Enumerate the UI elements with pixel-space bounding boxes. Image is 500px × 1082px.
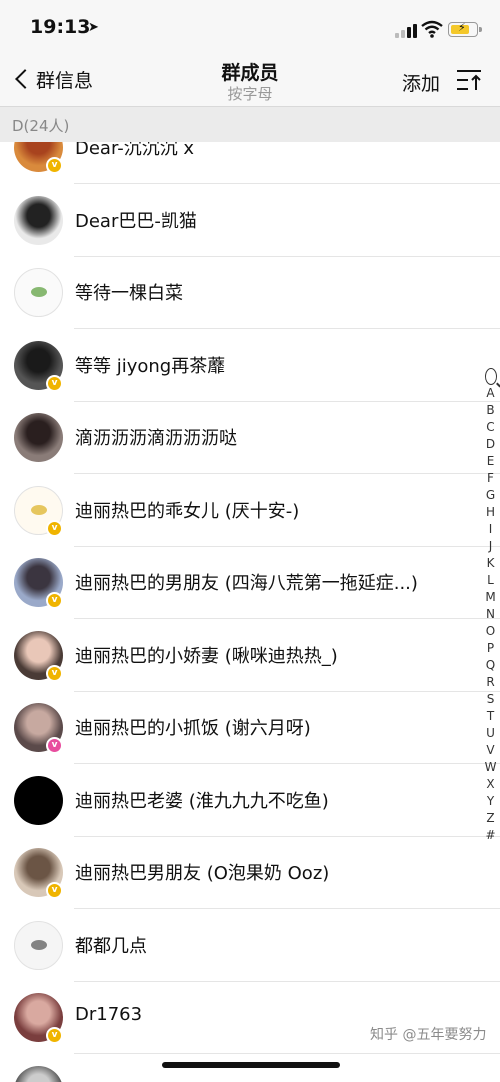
member-avatar <box>14 775 63 825</box>
verified-badge-icon: v <box>46 157 63 174</box>
index-letter-s[interactable]: S <box>481 691 500 708</box>
member-row[interactable]: v Dear-沉沉沉 x <box>0 142 500 184</box>
member-name: 迪丽热巴的乖女儿 (厌十安-) <box>75 500 300 522</box>
member-name: 都都几点 <box>75 935 147 957</box>
index-letter-t[interactable]: T <box>481 708 500 725</box>
alphabet-index[interactable]: A B C D E F G H I J K L M N O P Q R S T U V W X Y Z # <box>481 366 500 844</box>
index-letter-w[interactable]: W <box>481 759 500 776</box>
index-letter-a[interactable]: A <box>481 385 500 402</box>
index-letter-hash[interactable]: # <box>481 827 500 844</box>
index-letter-i[interactable]: I <box>481 521 500 538</box>
battery-charging-icon: ⚡ <box>448 21 482 37</box>
member-name: 迪丽热巴男朋友 (O泡果奶 Ooz) <box>75 863 330 884</box>
avatar-graphic <box>31 504 47 515</box>
member-name: 等等 jiyong再茶蘼 <box>75 355 226 377</box>
member-row[interactable]: Dear巴巴-凯猫 <box>0 184 500 257</box>
avatar-graphic <box>31 939 47 950</box>
verified-badge-icon: v <box>46 664 63 682</box>
member-row[interactable]: v 迪丽热巴的小娇妻 (啾咪迪热热_) <box>0 619 500 692</box>
member-row[interactable]: v 等等 jiyong再茶蘼 <box>0 329 500 402</box>
index-letter-e[interactable]: E <box>481 453 500 470</box>
member-name: 迪丽热巴的小抓饭 (谢六月呀) <box>75 718 311 739</box>
member-avatar <box>14 413 63 462</box>
status-bar: 19:13 ➤ ⚡ <box>0 0 500 52</box>
member-name: 迪丽热巴的男朋友 (四海八荒第一拖延症...) <box>75 573 418 594</box>
member-list[interactable]: v Dear-沉沉沉 x Dear巴巴-凯猫 等待一棵白菜 v 等等 jiyong再茶蘼滴… <box>0 142 500 1082</box>
index-letter-x[interactable]: X <box>481 776 500 793</box>
index-letter-k[interactable]: K <box>481 555 500 572</box>
index-letter-o[interactable]: O <box>481 623 500 640</box>
member-name: 迪丽热巴老婆 (淮九九九不吃鱼) <box>75 790 329 812</box>
member-row[interactable]: v 迪丽热巴的小抓饭 (谢六月呀) <box>0 691 500 764</box>
member-name: Dear-沉沉沉 x <box>75 142 195 159</box>
index-letter-q[interactable]: Q <box>481 657 500 674</box>
verified-badge-icon: v <box>46 1027 63 1044</box>
member-name: 迪丽热巴的小娇妻 (啾咪迪热热_) <box>75 645 338 667</box>
sort-to-top-icon[interactable] <box>456 69 482 91</box>
member-row[interactable]: 滴沥沥沥滴沥沥沥哒 <box>0 401 500 474</box>
verified-badge-icon: v <box>46 737 63 754</box>
navigation-bar: 群信息 群成员 按字母 添加 <box>0 52 500 106</box>
member-row[interactable]: 等待一棵白菜 <box>0 256 500 329</box>
index-letter-p[interactable]: P <box>481 640 500 657</box>
location-arrow-icon: ➤ <box>88 20 99 35</box>
index-letter-y[interactable]: Y <box>481 793 500 810</box>
watermark: 知乎 @五年要努力 <box>370 1027 487 1043</box>
member-name: 滴沥沥沥滴沥沥沥哒 <box>75 428 237 449</box>
index-letter-c[interactable]: C <box>481 419 500 436</box>
index-letter-l[interactable]: L <box>481 572 500 589</box>
status-time: 19:13 <box>30 16 91 38</box>
index-search-item[interactable] <box>481 368 500 385</box>
search-icon <box>484 368 497 385</box>
member-name: Dr1763 <box>75 1004 143 1025</box>
member-row[interactable]: 都都几点 <box>0 909 500 982</box>
avatar-graphic <box>31 287 47 297</box>
index-letter-h[interactable]: H <box>481 504 500 521</box>
index-letter-m[interactable]: M <box>481 589 500 606</box>
member-name: 等待一棵白菜 <box>75 283 183 304</box>
index-letter-v[interactable]: V <box>481 742 500 759</box>
member-row[interactable]: v 迪丽热巴的男朋友 (四海八荒第一拖延症...) <box>0 546 500 619</box>
cellular-signal-icon <box>395 24 417 38</box>
index-letter-z[interactable]: Z <box>481 810 500 827</box>
verified-badge-icon: v <box>46 592 63 609</box>
index-letter-u[interactable]: U <box>481 725 500 742</box>
index-letter-d[interactable]: D <box>481 436 500 453</box>
verified-badge-icon: v <box>46 374 63 392</box>
section-header: D(24人) <box>0 106 500 142</box>
member-name: Dear巴巴-凯猫 <box>75 210 197 232</box>
add-member-button[interactable]: 添加 <box>402 69 440 96</box>
index-letter-b[interactable]: B <box>481 402 500 419</box>
verified-badge-icon: v <box>46 519 63 537</box>
index-letter-j[interactable]: J <box>481 538 500 555</box>
wifi-icon <box>421 20 443 38</box>
member-row[interactable]: v 迪丽热巴的乖女儿 (厌十安-) <box>0 474 500 547</box>
verified-badge-icon: v <box>46 882 63 899</box>
member-avatar <box>14 920 63 970</box>
member-row[interactable]: v 迪丽热巴男朋友 (O泡果奶 Ooz) <box>0 836 500 909</box>
member-row[interactable]: 迪丽热巴老婆 (淮九九九不吃鱼) <box>0 764 500 837</box>
member-avatar <box>14 268 63 317</box>
member-avatar <box>14 195 63 245</box>
index-letter-g[interactable]: G <box>481 487 500 504</box>
index-letter-r[interactable]: R <box>481 674 500 691</box>
index-letter-n[interactable]: N <box>481 606 500 623</box>
index-letter-f[interactable]: F <box>481 470 500 487</box>
member-avatar <box>14 1065 63 1082</box>
home-indicator[interactable] <box>162 1062 340 1068</box>
section-header-label: D(24人) <box>12 117 70 135</box>
